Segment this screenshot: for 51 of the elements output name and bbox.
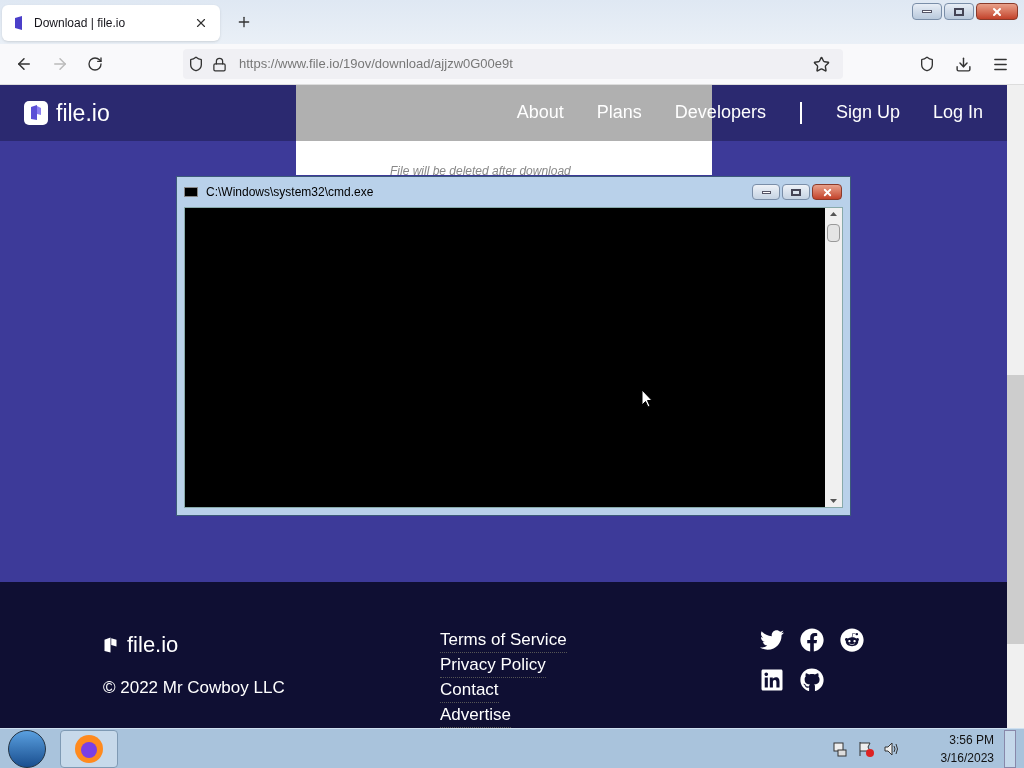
- reload-icon[interactable]: [87, 56, 103, 72]
- page-scrollbar[interactable]: [1007, 85, 1024, 728]
- clock-date[interactable]: 3/16/2023: [940, 748, 994, 767]
- network-icon[interactable]: [832, 740, 848, 757]
- console-title: C:\Windows\system32\cmd.exe: [206, 184, 375, 201]
- auth-link[interactable]: Sign Up: [835, 99, 900, 127]
- footer-link[interactable]: Privacy Policy: [440, 653, 546, 678]
- footer-logo-text: file.io: [127, 631, 179, 659]
- footer-link[interactable]: Contact: [440, 678, 499, 703]
- maximize-button[interactable]: [782, 184, 810, 200]
- browser-tab[interactable]: Download | file.io: [2, 5, 220, 41]
- downloads-icon[interactable]: [955, 55, 972, 73]
- notice-text: File will be deleted after download: [390, 165, 571, 175]
- copyright-text: © 2022 Mr Cowboy LLC: [103, 677, 286, 699]
- scroll-thumb[interactable]: [827, 224, 840, 242]
- linkedin-icon[interactable]: [760, 668, 784, 692]
- auth-link[interactable]: Log In: [932, 99, 983, 127]
- close-icon[interactable]: [194, 16, 208, 30]
- clock-time[interactable]: 3:56 PM: [949, 730, 994, 749]
- close-button[interactable]: [976, 3, 1018, 20]
- logo-icon: [24, 100, 48, 125]
- lock-icon: [212, 56, 227, 72]
- restore-button[interactable]: [944, 3, 974, 20]
- scroll-up-icon[interactable]: [830, 212, 837, 216]
- new-tab-icon[interactable]: [236, 14, 252, 30]
- console-icon: [184, 187, 198, 197]
- close-icon: [991, 5, 1003, 18]
- taskbar-browser-button[interactable]: [60, 729, 118, 768]
- shield-icon: [188, 56, 204, 72]
- address-bar[interactable]: https://www.file.io/19ov/download/ajjzw0G00e9t: [183, 49, 843, 79]
- facebook-icon[interactable]: [800, 628, 824, 652]
- minimize-button[interactable]: [752, 184, 780, 200]
- speaker-icon[interactable]: [884, 740, 900, 757]
- close-button[interactable]: [812, 184, 842, 200]
- scroll-down-icon[interactable]: [830, 499, 837, 503]
- url-text: https://www.file.io/19ov/download/ajjzw0G00e9t: [239, 55, 514, 74]
- flag-icon[interactable]: [858, 740, 874, 757]
- github-icon[interactable]: [800, 668, 824, 692]
- back-icon[interactable]: [15, 55, 33, 73]
- footer-link[interactable]: Terms of Service: [440, 628, 567, 653]
- tab-title: Download | file.io: [34, 15, 127, 32]
- close-icon: [821, 186, 833, 198]
- browser-icon: [74, 733, 104, 764]
- twitter-icon[interactable]: [760, 628, 784, 652]
- mouse-cursor-icon: [641, 389, 653, 408]
- minimize-button[interactable]: [912, 3, 942, 20]
- start-button[interactable]: [8, 729, 46, 768]
- console-scrollbar[interactable]: [825, 208, 842, 507]
- site-logo-text: file.io: [56, 98, 110, 128]
- bookmark-star-icon[interactable]: [813, 55, 830, 73]
- reddit-icon[interactable]: [840, 628, 864, 652]
